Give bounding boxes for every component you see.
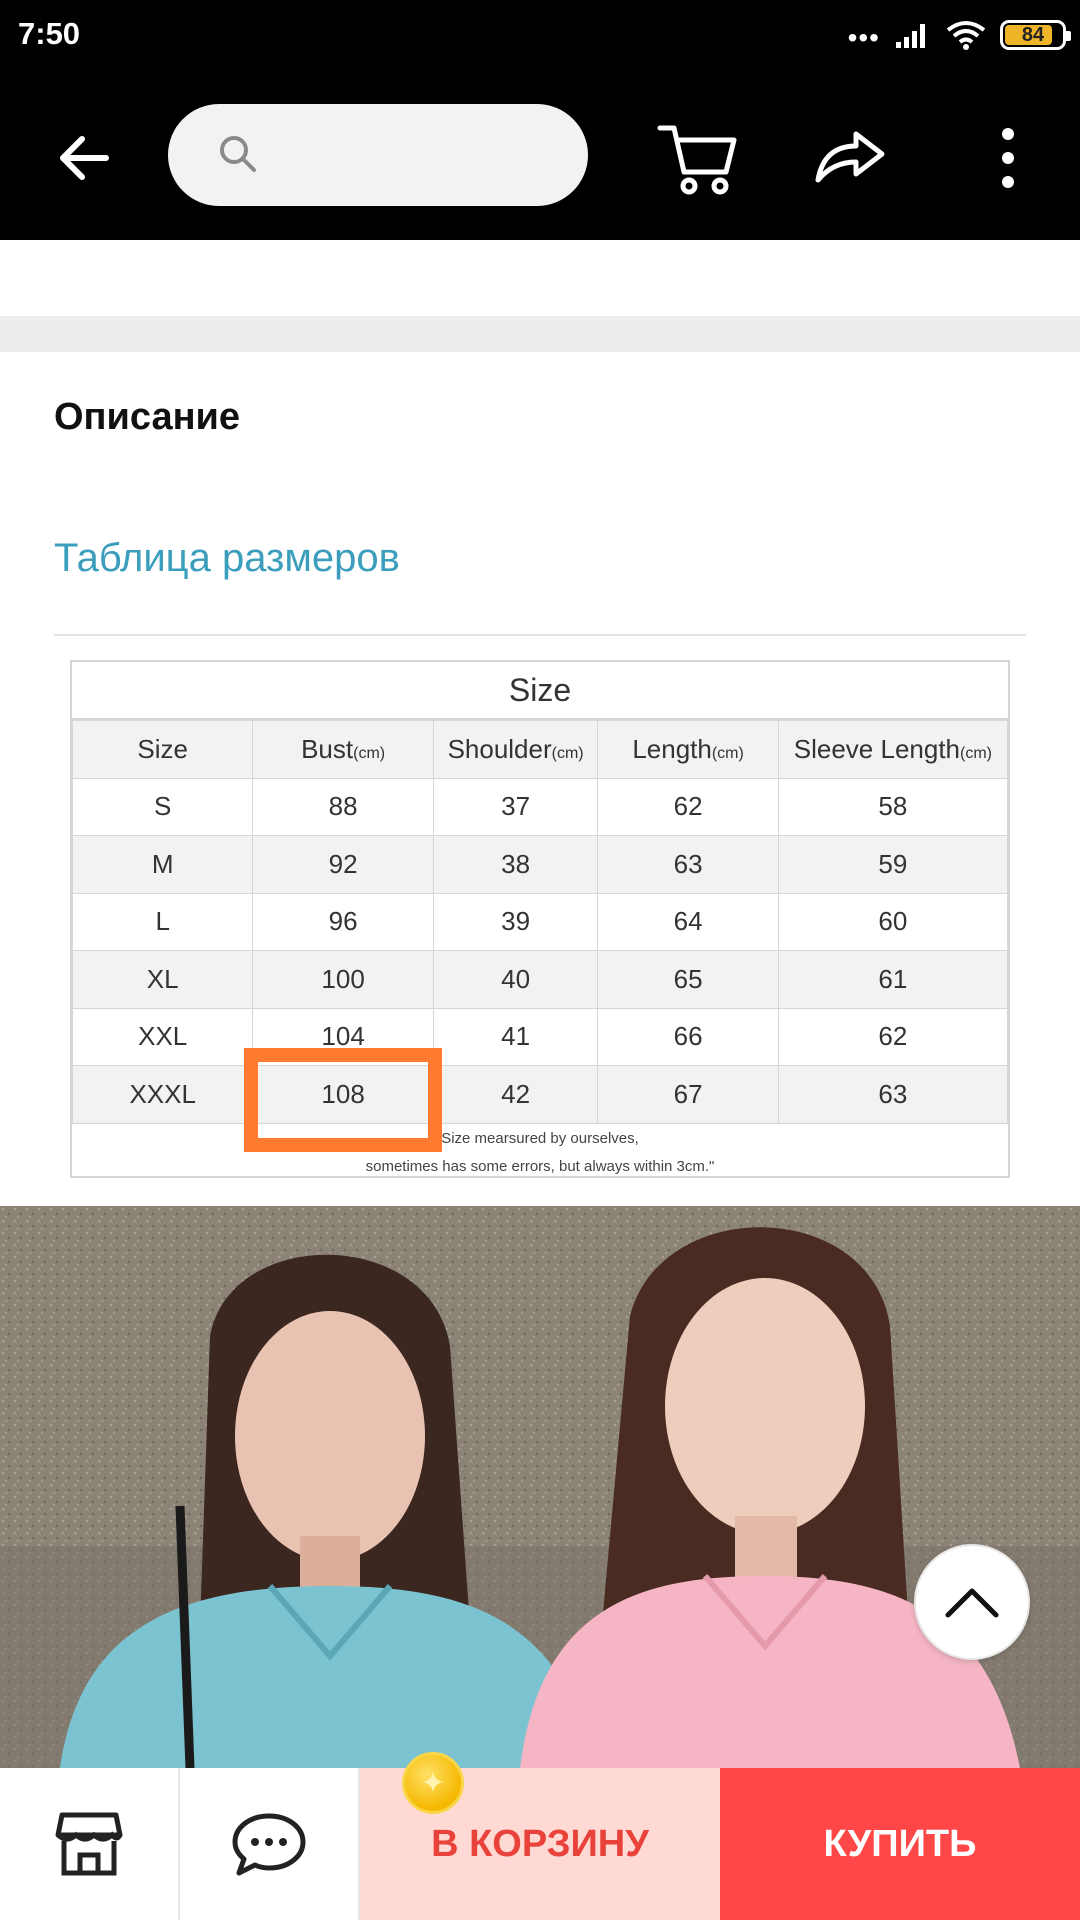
- divider: [54, 634, 1026, 636]
- coin-icon[interactable]: ✦: [402, 1752, 464, 1814]
- table-cell: 67: [597, 1065, 779, 1124]
- cart-button[interactable]: [656, 116, 740, 200]
- wifi-icon: [946, 21, 986, 50]
- back-arrow-icon: [60, 136, 109, 180]
- table-cell: 58: [777, 777, 1009, 836]
- search-icon: [220, 136, 256, 172]
- table-cell: 59: [777, 835, 1009, 894]
- note-line: Size mearsured by ourselves,: [441, 1129, 639, 1147]
- chevron-up-icon: [945, 1588, 999, 1618]
- table-cell: XXXL: [71, 1065, 254, 1124]
- header-cell: Length(cm): [597, 720, 779, 779]
- size-chart-note: Size mearsured by ourselves, sometimes h…: [72, 1124, 1008, 1182]
- table-cell: L: [71, 892, 254, 951]
- table-row: XL 100 40 65 61: [71, 950, 1009, 1009]
- header-cell: Shoulder(cm): [432, 720, 599, 779]
- table-row: XXXL 108 42 67 63: [71, 1065, 1009, 1124]
- table-cell: 41: [432, 1007, 599, 1066]
- table-cell: 61: [777, 950, 1009, 1009]
- header-cell: Sleeve Length(cm): [777, 720, 1009, 779]
- section-separator: [0, 316, 1080, 352]
- chat-icon: [232, 1813, 306, 1876]
- table-row: M 92 38 63 59: [71, 835, 1009, 894]
- table-row: L 96 39 64 60: [71, 892, 1009, 951]
- signal-icon: [896, 24, 925, 48]
- header-cell: Size: [71, 720, 254, 779]
- table-cell: 96: [252, 892, 434, 951]
- product-photo-illustration: [0, 1206, 1080, 1768]
- notification-dots: •••: [847, 22, 880, 53]
- table-cell: 60: [777, 892, 1009, 951]
- buy-now-button[interactable]: КУПИТЬ: [720, 1768, 1080, 1920]
- table-header-row: Size Bust(cm) Shoulder(cm) Length(cm) Sl…: [71, 720, 1009, 779]
- header-cell: Bust(cm): [252, 720, 434, 779]
- description-title: Описание: [54, 396, 241, 438]
- table-cell: 100: [252, 950, 434, 1009]
- status-bar: 7:50 ••• 84: [0, 0, 1080, 76]
- table-cell: 62: [597, 777, 779, 836]
- cart-icon: [657, 125, 737, 195]
- share-button[interactable]: [812, 118, 888, 194]
- table-cell: 88: [252, 777, 434, 836]
- share-icon: [815, 131, 885, 183]
- table-cell: 37: [432, 777, 599, 836]
- chat-button[interactable]: [180, 1768, 360, 1920]
- status-time: 7:50: [18, 16, 81, 51]
- table-cell: S: [71, 777, 254, 836]
- table-cell: 65: [597, 950, 779, 1009]
- table-cell: 39: [432, 892, 599, 951]
- status-icons: ••• 84: [847, 18, 1071, 53]
- search-bar[interactable]: [168, 104, 588, 206]
- scroll-to-top-button[interactable]: [914, 1544, 1030, 1660]
- table-cell: M: [71, 835, 254, 894]
- table-cell: 38: [432, 835, 599, 894]
- note-line: sometimes has some errors, but always wi…: [365, 1157, 715, 1175]
- app-header: [0, 76, 1080, 240]
- more-vertical-icon: [1002, 128, 1014, 188]
- size-table-link[interactable]: Таблица размеров: [54, 536, 400, 581]
- store-button[interactable]: [0, 1768, 180, 1920]
- size-chart-title: Size: [72, 662, 1008, 720]
- table-cell: 62: [777, 1007, 1009, 1066]
- table-row: XXL 104 41 66 62: [71, 1007, 1009, 1066]
- table-cell: 64: [597, 892, 779, 951]
- table-cell: XL: [71, 950, 254, 1009]
- table-cell: 63: [597, 835, 779, 894]
- table-cell: XXL: [71, 1007, 254, 1066]
- table-cell: 66: [597, 1007, 779, 1066]
- table-cell: 40: [432, 950, 599, 1009]
- battery-icon: 84: [1000, 20, 1071, 50]
- battery-level: 84: [1021, 23, 1045, 46]
- highlight-annotation: [244, 1048, 442, 1152]
- size-chart: Size Size Bust(cm) Shoulder(cm) Length(c…: [70, 660, 1010, 1178]
- table-cell: 63: [777, 1065, 1009, 1124]
- back-button[interactable]: [52, 126, 116, 190]
- table-cell: 42: [432, 1065, 599, 1124]
- bottom-action-bar: В КОРЗИНУ КУПИТЬ: [0, 1768, 1080, 1920]
- product-photo: [0, 1206, 1080, 1768]
- size-table: Size Bust(cm) Shoulder(cm) Length(cm) Sl…: [71, 720, 1009, 1124]
- more-options-button[interactable]: [990, 122, 1026, 194]
- store-icon: [55, 1812, 123, 1876]
- table-row: S 88 37 62 58: [71, 777, 1009, 836]
- table-cell: 92: [252, 835, 434, 894]
- search-input[interactable]: [268, 124, 558, 186]
